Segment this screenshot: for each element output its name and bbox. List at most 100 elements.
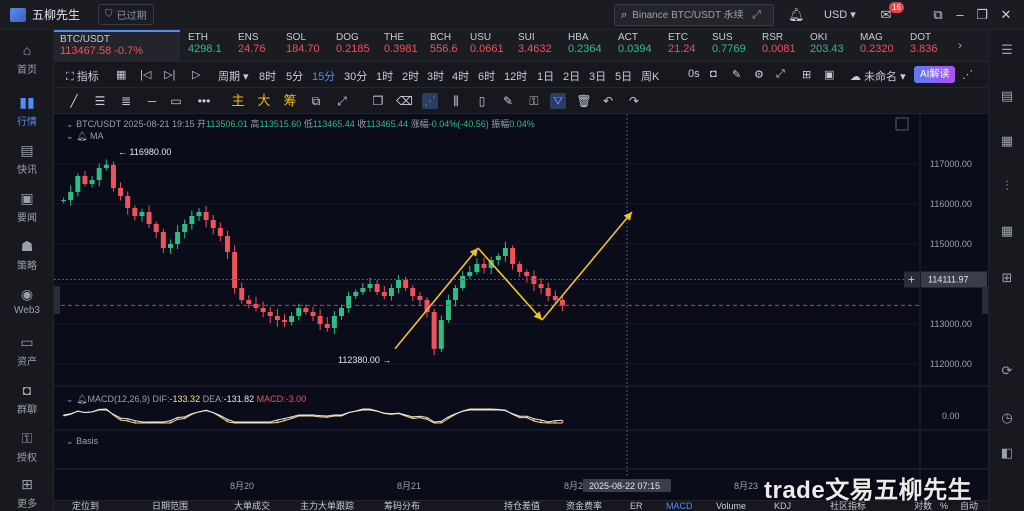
timeframe-week[interactable]: 周K <box>641 68 659 84</box>
large-order-toggle[interactable]: 大 <box>256 93 272 109</box>
ticker-item[interactable]: DOT 3.836 <box>910 32 938 60</box>
settings-icon[interactable]: ⚙ <box>754 68 764 81</box>
chip-distribution-tab[interactable]: 筹码分布 <box>384 501 420 511</box>
ticker-item[interactable]: MAG 0.2320 <box>860 32 894 60</box>
horizontal-lines-icon[interactable]: ☰ <box>92 93 108 109</box>
timeframe-2h[interactable]: 2时 <box>402 68 419 84</box>
volume-tab[interactable]: Volume <box>716 501 746 511</box>
macd-tab[interactable]: MACD <box>666 501 693 511</box>
main-indicator-toggle[interactable]: 主 <box>230 93 246 109</box>
watchlist-icon[interactable]: ☰ <box>999 42 1015 58</box>
step-back-icon[interactable]: |◁ <box>140 68 151 81</box>
notes-icon[interactable]: ▤ <box>999 88 1015 104</box>
ticker-item[interactable]: RSR 0.0081 <box>762 32 796 60</box>
bell-icon[interactable]: 🔔︎ <box>788 7 805 23</box>
search-box[interactable]: ⌕ ⤢ <box>614 4 774 26</box>
expand-icon[interactable]: ⤢ <box>334 93 350 109</box>
ai-interpret-button[interactable]: AI解读 <box>914 66 956 83</box>
ticker-item[interactable]: BCH 556.6 <box>430 32 458 60</box>
stats-chart-icon[interactable]: ⫶ <box>999 178 1015 194</box>
period-select[interactable]: 周期 ▾ <box>218 68 249 84</box>
restore-window-icon[interactable]: ⧉ <box>930 7 946 23</box>
timeframe-12h[interactable]: 12时 <box>504 68 527 84</box>
calculator-icon[interactable]: ▦ <box>999 223 1015 239</box>
edit-icon[interactable]: ✎ <box>500 93 516 109</box>
refresh-icon[interactable]: ⟳ <box>999 363 1015 379</box>
share-icon[interactable]: ⋰ <box>962 68 973 81</box>
ticker-item[interactable]: SUS 0.7769 <box>712 32 746 60</box>
delete-icon[interactable]: 🗑︎ <box>576 93 592 109</box>
funding-rate-tab[interactable]: 资金费率 <box>566 501 602 511</box>
macd-legend[interactable]: ⌄ 🔔︎MACD(12,26,9) DIF:-133.32 DEA:-131.8… <box>66 394 306 405</box>
timeframe-3h[interactable]: 3时 <box>427 68 444 84</box>
ticker-item[interactable]: ETH 4298.1 <box>188 32 222 60</box>
fullscreen-icon[interactable]: ⤢ <box>776 68 785 81</box>
ticker-btc-usdt[interactable]: BTC/USDT 113467.58 -0.7% <box>54 30 180 61</box>
layout-grid-icon[interactable]: ⊞ <box>802 68 811 81</box>
timeframe-1d[interactable]: 1日 <box>537 68 554 84</box>
ticker-scroll-right-icon[interactable]: › <box>958 38 962 61</box>
price-chart-svg[interactable]: 117000.00116000.00115000.00114000.001130… <box>54 114 988 500</box>
sidebar-item-more[interactable]: ⊞ 更多 <box>0 476 54 510</box>
timeframe-4h[interactable]: 4时 <box>452 68 469 84</box>
sidebar-item-news-flash[interactable]: ▤ 快讯 <box>0 142 54 176</box>
locate-button[interactable]: 定位到 <box>72 501 99 511</box>
ticker-item[interactable]: SOL 184.70 <box>286 32 320 60</box>
ma-legend[interactable]: ⌄ 🔔︎ MA <box>66 131 104 142</box>
sidebar-item-market[interactable]: ▮▮ 行情 <box>0 94 54 128</box>
timeframe-3d[interactable]: 3日 <box>589 68 606 84</box>
sidebar-item-assets[interactable]: ▭ 资产 <box>0 334 54 368</box>
eraser-icon[interactable]: ⌫ <box>396 93 413 109</box>
ticker-item[interactable]: SUI 3.4632 <box>518 32 552 60</box>
unnamed-layout-select[interactable]: ☁ 未命名 ▾ <box>850 68 906 84</box>
timeframe-8h[interactable]: 8时 <box>259 68 276 84</box>
ticker-item[interactable]: ACT 0.0394 <box>618 32 652 60</box>
sidebar-item-group-chat[interactable]: ◘ 群聊 <box>0 382 54 416</box>
filter-icon[interactable]: ⛛ <box>550 93 566 109</box>
camera-icon[interactable]: ◘ <box>710 68 717 80</box>
pen-icon[interactable]: ✎ <box>732 68 741 81</box>
horizontal-line-icon[interactable]: ─ <box>144 93 160 109</box>
timeframe-2d[interactable]: 2日 <box>563 68 580 84</box>
undo-icon[interactable]: ↶ <box>600 93 616 109</box>
position-diff-tab[interactable]: 持仓差值 <box>504 501 540 511</box>
timeframe-6h[interactable]: 6时 <box>478 68 495 84</box>
candlestick-icon[interactable]: ⫼ <box>448 93 464 109</box>
timeframe-5d[interactable]: 5日 <box>615 68 632 84</box>
sidebar-item-home[interactable]: ⌂ 首页 <box>0 42 54 76</box>
sidebar-item-web3[interactable]: ◉ Web3 <box>0 286 54 316</box>
timeframe-30m[interactable]: 30分 <box>344 68 367 84</box>
ticker-item[interactable]: OKI 203.43 <box>810 32 844 60</box>
layout-icon[interactable]: ⊞ <box>999 270 1015 286</box>
clock-icon[interactable]: ◷ <box>999 410 1015 426</box>
main-force-tab[interactable]: 主力大单跟踪 <box>300 501 354 511</box>
compare-icon[interactable]: ⧉ <box>308 93 324 109</box>
chips-toggle[interactable]: 筹 <box>282 93 298 109</box>
sidebar-item-headlines[interactable]: ▣ 要闻 <box>0 190 54 224</box>
template-icon[interactable]: ▣ <box>824 68 834 81</box>
calendar-icon[interactable]: ▦ <box>116 68 126 81</box>
play-icon[interactable]: ▷ <box>192 68 200 81</box>
currency-select[interactable]: USD ▾ <box>824 8 856 21</box>
more-tools-icon[interactable]: ••• <box>196 93 212 109</box>
ticker-item[interactable]: DOG 0.2185 <box>336 32 370 60</box>
sidebar-toggle-icon[interactable]: ◧ <box>999 445 1015 461</box>
large-trades-tab[interactable]: 大单成交 <box>234 501 270 511</box>
date-range-button[interactable]: 日期范围 <box>152 501 188 511</box>
clipboard-icon[interactable]: ▯ <box>474 93 490 109</box>
step-forward-icon[interactable]: ▷| <box>164 68 175 81</box>
copy-icon[interactable]: ❐ <box>370 93 386 109</box>
close-icon[interactable]: ✕ <box>998 7 1014 23</box>
trendline-icon[interactable]: ╱ <box>66 93 82 109</box>
chart-area[interactable]: 117000.00116000.00115000.00114000.001130… <box>54 114 988 500</box>
indicator-button[interactable]: ⛶ 指标 <box>66 68 99 84</box>
sidebar-item-strategy[interactable]: ☗ 策略 <box>0 238 54 272</box>
ticker-item[interactable]: THE 0.3981 <box>384 32 418 60</box>
ticker-item[interactable]: HBA 0.2364 <box>568 32 602 60</box>
timeframe-15m[interactable]: 15分 <box>312 68 335 84</box>
er-tab[interactable]: ER <box>630 501 643 511</box>
drawing-mode-icon[interactable]: ⋰ <box>422 93 438 109</box>
ticker-item[interactable]: USU 0.0661 <box>470 32 504 60</box>
orderbook-icon[interactable]: ▦ <box>999 133 1015 149</box>
timeframe-5m[interactable]: 5分 <box>286 68 303 84</box>
